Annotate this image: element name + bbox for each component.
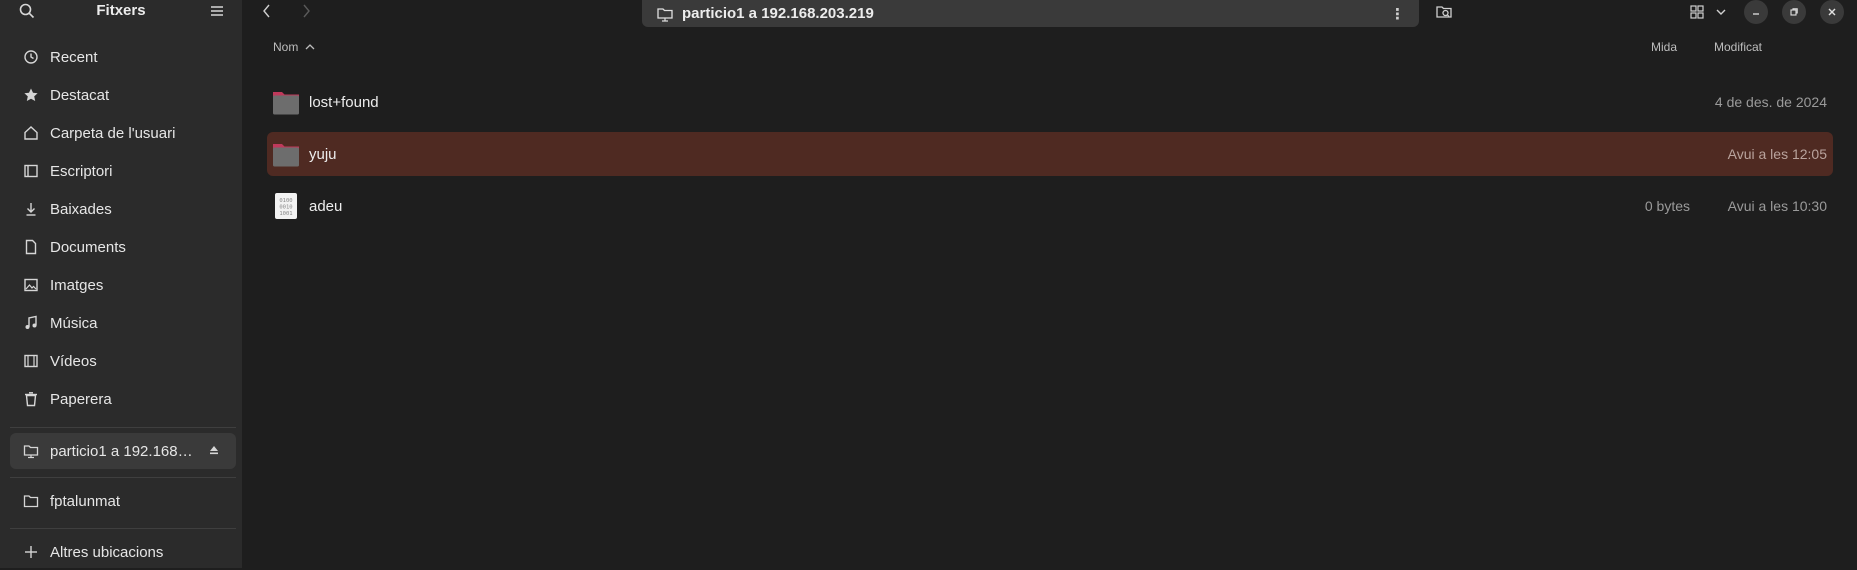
column-header-name[interactable]: Nom	[273, 40, 316, 54]
grid-view-button[interactable]	[1686, 0, 1708, 24]
sidebar-item-other-locations[interactable]: Altres ubicacions	[10, 534, 236, 570]
hamburger-menu-icon[interactable]	[208, 2, 226, 20]
sidebar-item-label: Recent	[50, 48, 98, 66]
folder-icon	[22, 492, 40, 510]
sidebar-item-label: Paperera	[50, 390, 112, 408]
sidebar-item-label: particio1 a 192.168…	[50, 442, 193, 460]
file-row[interactable]: lost+found 4 de des. de 2024	[267, 80, 1833, 124]
network-folder-icon	[22, 442, 40, 460]
file-size: 0 bytes	[1644, 198, 1690, 214]
back-button[interactable]	[257, 2, 277, 22]
file-modified: Avui a les 10:30	[1727, 198, 1827, 214]
more-options-icon[interactable]: ⋮	[1390, 5, 1405, 23]
sidebar-header: Fitxers	[0, 0, 242, 22]
sidebar-item-label: Vídeos	[50, 352, 97, 370]
minimize-button[interactable]	[1744, 0, 1768, 24]
file-row[interactable]: yuju Avui a les 12:05	[267, 132, 1833, 176]
trash-icon	[22, 390, 40, 408]
document-icon	[22, 238, 40, 256]
desktop-icon	[22, 162, 40, 180]
file-row[interactable]: 0100 0010 1001 adeu 0 bytes Avui a les 1…	[267, 184, 1833, 228]
restore-icon	[1790, 8, 1798, 16]
sidebar-item-label: fptalunmat	[50, 492, 121, 510]
svg-text:1001: 1001	[279, 211, 292, 217]
close-icon	[1828, 8, 1836, 16]
location-text: particio1 a 192.168.203.219	[682, 5, 874, 22]
file-modified: 4 de des. de 2024	[1714, 94, 1827, 110]
clock-icon	[22, 48, 40, 66]
sidebar-item-trash[interactable]: Paperera	[10, 381, 236, 417]
sidebar-item-starred[interactable]: Destacat	[10, 77, 236, 113]
sidebar-item-pictures[interactable]: Imatges	[10, 267, 236, 303]
file-modified: Avui a les 12:05	[1727, 146, 1827, 162]
chevron-down-icon	[1716, 9, 1726, 15]
column-header-modified[interactable]: Modificat	[1714, 40, 1762, 54]
sidebar-divider	[10, 528, 236, 529]
download-icon	[22, 200, 40, 218]
app-title: Fitxers	[96, 2, 146, 19]
folder-icon	[273, 92, 299, 115]
file-name: yuju	[309, 145, 337, 163]
binary-file-icon: 0100 0010 1001	[275, 193, 297, 219]
sidebar-item-recent[interactable]: Recent	[10, 39, 236, 75]
view-options-button[interactable]	[1712, 0, 1730, 24]
sidebar-item-music[interactable]: Música	[10, 305, 236, 341]
grid-icon	[1690, 5, 1704, 19]
close-button[interactable]	[1820, 0, 1844, 24]
header-bar: particio1 a 192.168.203.219 ⋮	[242, 0, 1857, 28]
sidebar-item-label: Escriptori	[50, 162, 113, 180]
sort-ascending-icon	[305, 44, 315, 50]
column-header-size[interactable]: Mida	[1651, 40, 1677, 54]
sidebar-item-label: Baixades	[50, 200, 112, 218]
folder-icon	[273, 144, 299, 167]
location-bar[interactable]: particio1 a 192.168.203.219 ⋮	[642, 0, 1419, 27]
sidebar-item-home[interactable]: Carpeta de l'usuari	[10, 115, 236, 151]
folder-search-icon	[1436, 6, 1452, 18]
music-icon	[22, 314, 40, 332]
sidebar-item-label: Música	[50, 314, 98, 332]
sidebar-item-label: Carpeta de l'usuari	[50, 124, 176, 142]
forward-button[interactable]	[296, 2, 316, 22]
column-header-label: Nom	[273, 40, 299, 54]
sidebar-item-label: Imatges	[50, 276, 104, 294]
sidebar-item-mount[interactable]: particio1 a 192.168…	[10, 433, 236, 469]
file-name: lost+found	[309, 93, 379, 111]
maximize-button[interactable]	[1782, 0, 1806, 24]
svg-text:0010: 0010	[279, 205, 292, 211]
svg-text:0100: 0100	[279, 198, 292, 204]
file-name: adeu	[309, 197, 343, 215]
sidebar-item-label: Destacat	[50, 86, 110, 104]
home-icon	[22, 124, 40, 142]
network-folder-icon	[657, 7, 673, 22]
sidebar-item-videos[interactable]: Vídeos	[10, 343, 236, 379]
sidebar-item-desktop[interactable]: Escriptori	[10, 153, 236, 189]
plus-icon	[22, 543, 40, 561]
sidebar-divider	[10, 477, 236, 478]
star-icon	[22, 86, 40, 104]
sidebar-item-bookmark[interactable]: fptalunmat	[10, 483, 236, 519]
sidebar: Fitxers Recent Destacat Carpeta de l'usu…	[0, 0, 242, 568]
sidebar-item-label: Altres ubicacions	[50, 543, 164, 561]
minimize-icon	[1753, 13, 1759, 15]
eject-icon[interactable]	[208, 444, 220, 459]
video-icon	[22, 352, 40, 370]
image-icon	[22, 276, 40, 294]
sidebar-item-label: Documents	[50, 238, 126, 256]
search-folder-button[interactable]	[1432, 0, 1456, 24]
sidebar-item-downloads[interactable]: Baixades	[10, 191, 236, 227]
sidebar-divider	[10, 427, 236, 428]
sidebar-item-documents[interactable]: Documents	[10, 229, 236, 265]
